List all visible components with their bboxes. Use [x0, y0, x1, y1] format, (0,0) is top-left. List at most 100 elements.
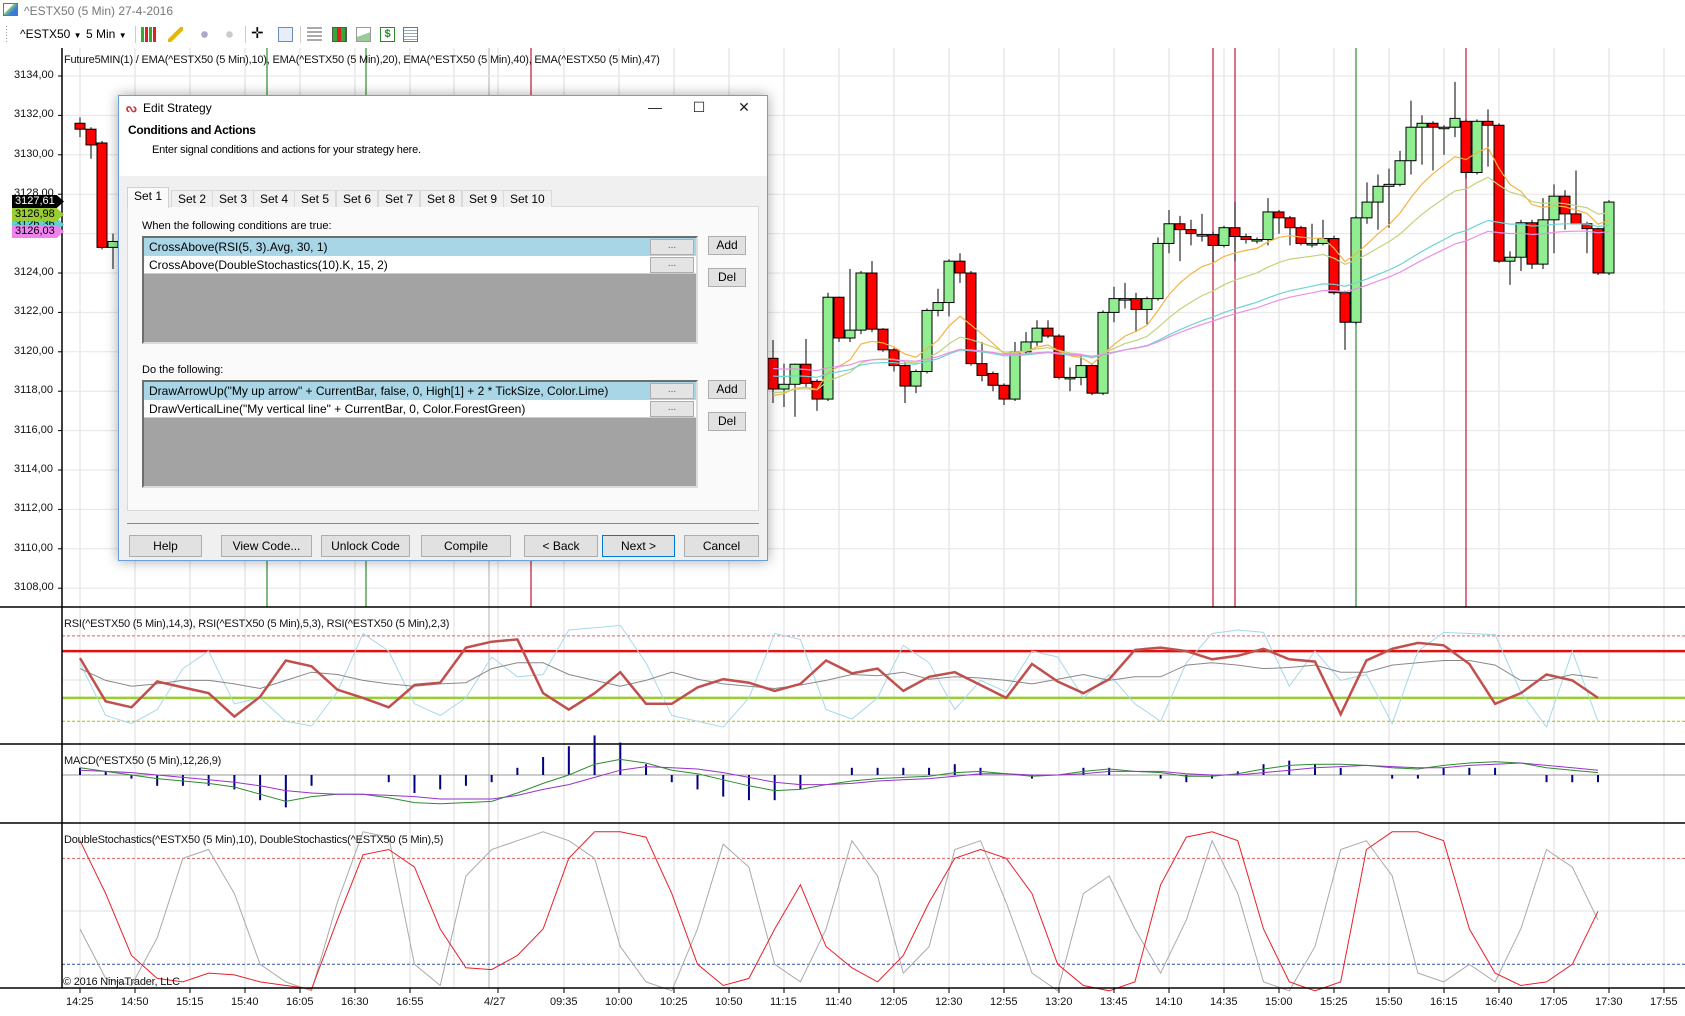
- zoom-icon[interactable]: [278, 27, 293, 42]
- price-tick-label: 3118,00: [14, 384, 53, 397]
- candle-up: [1350, 217, 1362, 323]
- chart-style-icon[interactable]: [332, 27, 347, 42]
- candle-up: [1097, 311, 1109, 394]
- price-tick-label: 3130,00: [14, 147, 54, 160]
- add-action-button[interactable]: Add: [708, 380, 746, 399]
- crosshair-icon[interactable]: ✛: [251, 26, 266, 41]
- view-code-button[interactable]: View Code...: [221, 535, 312, 557]
- candle-down: [1339, 292, 1351, 323]
- candle-down: [1427, 122, 1439, 128]
- action-row[interactable]: DrawVerticalLine("My vertical line" + Cu…: [144, 400, 696, 418]
- condition-text: CrossAbove(DoubleStochastics(10).K, 15, …: [149, 258, 388, 272]
- toolbar-divider: [135, 26, 136, 43]
- close-button[interactable]: ✕: [722, 96, 766, 118]
- candle-down: [954, 260, 966, 274]
- instrument-selector[interactable]: ^ESTX50 ▼: [20, 26, 82, 43]
- drawing-pencil-icon[interactable]: [168, 27, 183, 42]
- maximize-button[interactable]: ☐: [677, 96, 721, 118]
- time-tick-label: 17:55: [1650, 996, 1678, 1008]
- tab-set-5[interactable]: Set 5: [294, 190, 337, 207]
- candle-up: [1405, 126, 1417, 162]
- candle-up: [1218, 227, 1230, 246]
- tab-set-10[interactable]: Set 10: [503, 190, 552, 207]
- candle-down: [1174, 223, 1186, 231]
- unlock-code-button[interactable]: Unlock Code: [321, 535, 410, 557]
- minimize-button[interactable]: —: [633, 96, 677, 118]
- candle-down: [1053, 335, 1065, 378]
- conditions-list[interactable]: CrossAbove(RSI(5, 3).Avg, 30, 1)... Cros…: [142, 236, 698, 344]
- dollar-icon[interactable]: $: [380, 27, 395, 42]
- price-tick-label: 3110,00: [14, 541, 53, 554]
- tab-set-8[interactable]: Set 8: [420, 190, 463, 207]
- candle-up: [1504, 256, 1516, 262]
- instrument-label: ^ESTX50: [20, 27, 71, 41]
- tab-set-3[interactable]: Set 3: [212, 190, 255, 207]
- title-bar: ^ESTX50 (5 Min) 27-4-2016: [0, 0, 1685, 22]
- chart-toolbar: ^ESTX50 ▼ 5 Min ▼ ✛ $: [0, 22, 1685, 46]
- next-button[interactable]: Next >: [602, 535, 675, 557]
- edit-action-button[interactable]: ...: [650, 401, 694, 417]
- bar-type-icon[interactable]: [141, 27, 156, 42]
- price-marker: 3126,98: [12, 208, 64, 221]
- edit-condition-button[interactable]: ...: [650, 257, 694, 273]
- price-marker: 3127,61: [12, 195, 64, 208]
- time-tick-label: 15:25: [1320, 996, 1348, 1008]
- action-text: DrawArrowUp("My up arrow" + CurrentBar, …: [149, 384, 609, 398]
- tab-set-9[interactable]: Set 9: [462, 190, 505, 207]
- candle-up: [1471, 120, 1483, 174]
- time-tick-label: 14:25: [66, 996, 94, 1008]
- help-button[interactable]: Help: [129, 535, 202, 557]
- tab-set-6[interactable]: Set 6: [336, 190, 379, 207]
- cancel-button[interactable]: Cancel: [684, 535, 759, 557]
- interval-selector[interactable]: 5 Min ▼: [86, 26, 127, 43]
- candle-up: [1449, 117, 1461, 128]
- candle-up: [789, 363, 801, 385]
- delete-action-button[interactable]: Del: [708, 412, 746, 431]
- candle-up: [910, 371, 922, 387]
- actions-list[interactable]: DrawArrowUp("My up arrow" + CurrentBar, …: [142, 380, 698, 488]
- time-tick-label: 13:20: [1045, 996, 1073, 1008]
- time-tick-label: 17:05: [1540, 996, 1568, 1008]
- time-tick-label: 10:50: [715, 996, 743, 1008]
- delete-condition-button[interactable]: Del: [708, 268, 746, 287]
- compile-button[interactable]: Compile: [421, 535, 511, 557]
- tab-set-1[interactable]: Set 1: [127, 187, 170, 208]
- price-marker: 3126,03: [12, 225, 64, 238]
- condition-row[interactable]: CrossAbove(DoubleStochastics(10).K, 15, …: [144, 256, 696, 274]
- properties-icon[interactable]: [403, 27, 418, 42]
- indicator-panel-icon[interactable]: [356, 27, 371, 42]
- edit-action-button[interactable]: ...: [650, 383, 694, 399]
- candle-down: [998, 384, 1010, 400]
- action-row[interactable]: DrawArrowUp("My up arrow" + CurrentBar, …: [144, 382, 696, 400]
- candle-down: [1185, 229, 1197, 235]
- price-tick-label: 3120,00: [14, 344, 54, 357]
- dialog-title: Edit Strategy: [143, 101, 212, 115]
- candle-up: [855, 272, 867, 331]
- add-indicator-icon[interactable]: [197, 27, 212, 42]
- tab-set-4[interactable]: Set 4: [253, 190, 296, 207]
- strategy-icon[interactable]: [222, 27, 237, 42]
- condition-row[interactable]: CrossAbove(RSI(5, 3).Avg, 30, 1)...: [144, 238, 696, 256]
- time-tick-label: 10:00: [605, 996, 633, 1008]
- edit-condition-button[interactable]: ...: [650, 239, 694, 255]
- candle-up: [1064, 376, 1076, 380]
- candle-down: [1284, 217, 1296, 229]
- candle-down: [1570, 213, 1582, 225]
- candle-down: [976, 363, 988, 376]
- candle-down: [1493, 124, 1505, 262]
- price-tick-label: 3108,00: [14, 581, 54, 594]
- add-condition-button[interactable]: Add: [708, 236, 746, 255]
- candle-up: [1515, 222, 1527, 258]
- candle-up: [1361, 201, 1373, 219]
- time-tick-label: 15:00: [1265, 996, 1293, 1008]
- candle-up: [1009, 351, 1021, 400]
- price-tick-label: 3134,00: [14, 69, 54, 81]
- candle-down: [74, 122, 86, 130]
- tab-set-7[interactable]: Set 7: [378, 190, 421, 207]
- time-tick-label: 16:55: [396, 996, 424, 1008]
- back-button[interactable]: < Back: [524, 535, 598, 557]
- data-box-icon[interactable]: [307, 27, 322, 42]
- candle-down: [1229, 227, 1241, 238]
- toolbar-grip[interactable]: [6, 26, 7, 43]
- tab-set-2[interactable]: Set 2: [171, 190, 214, 207]
